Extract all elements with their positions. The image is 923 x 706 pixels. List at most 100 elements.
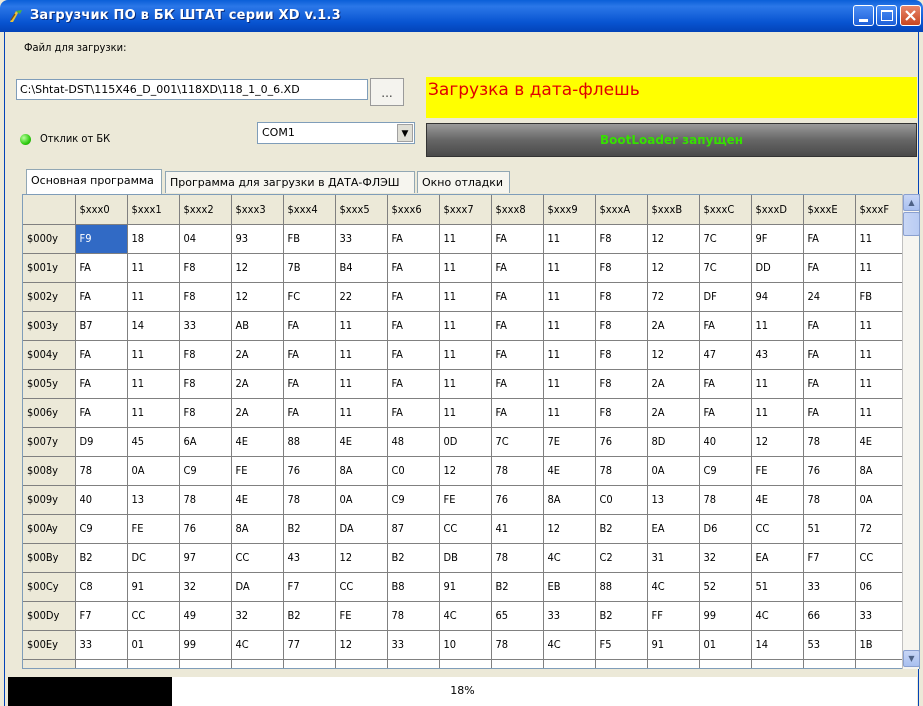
hex-cell[interactable]: C8 — [75, 572, 128, 602]
hex-cell[interactable]: 11 — [855, 398, 908, 428]
hex-cell[interactable]: 8D — [647, 427, 700, 457]
hex-cell[interactable]: 4E — [855, 427, 908, 457]
hex-cell[interactable]: 91 — [179, 659, 232, 668]
hex-cell[interactable]: 11 — [751, 398, 804, 428]
hex-cell[interactable]: DB — [439, 543, 492, 573]
hex-cell[interactable]: FA — [387, 224, 440, 254]
hex-cell[interactable]: 11 — [543, 253, 596, 283]
hex-cell[interactable]: FA — [491, 311, 544, 341]
hex-cell[interactable]: C9 — [699, 456, 752, 486]
hex-cell[interactable]: 99 — [699, 601, 752, 631]
hex-cell[interactable]: FA — [283, 311, 336, 341]
hex-cell[interactable]: F8 — [595, 369, 648, 399]
hex-cell[interactable]: C2 — [595, 543, 648, 573]
hex-cell[interactable]: 4C — [543, 543, 596, 573]
hex-cell[interactable]: 93 — [231, 224, 284, 254]
hex-cell[interactable]: FE — [231, 456, 284, 486]
hex-cell[interactable]: 13 — [647, 485, 700, 515]
hex-cell[interactable]: 4C — [543, 630, 596, 660]
hex-cell[interactable]: 88 — [283, 427, 336, 457]
hex-cell[interactable]: 11 — [855, 253, 908, 283]
hex-cell[interactable]: DF — [699, 282, 752, 312]
hex-cell[interactable]: F8 — [179, 340, 232, 370]
hex-cell[interactable]: F8 — [595, 398, 648, 428]
hex-grid[interactable]: $xxx0 $xxx1 $xxx2 $xxx3 $xxx4 $xxx5 $xxx6 $xxx7… — [22, 194, 920, 669]
hex-cell[interactable]: FA — [387, 369, 440, 399]
hex-cell[interactable]: 11 — [439, 282, 492, 312]
hex-cell[interactable]: 4E — [231, 485, 284, 515]
hex-cell[interactable]: FA — [75, 398, 128, 428]
hex-cell[interactable]: 3E — [595, 659, 648, 668]
hex-cell[interactable]: 04 — [179, 224, 232, 254]
hex-cell[interactable]: FE — [335, 601, 388, 631]
hex-cell[interactable]: 11 — [751, 369, 804, 399]
hex-cell[interactable]: FB — [335, 659, 388, 668]
hex-cell[interactable]: B2 — [283, 601, 336, 631]
maximize-button[interactable] — [876, 5, 897, 26]
hex-cell[interactable]: 51 — [751, 572, 804, 602]
hex-cell[interactable]: 87 — [387, 514, 440, 544]
hex-cell[interactable]: F8 — [595, 224, 648, 254]
hex-cell[interactable]: 24 — [803, 282, 856, 312]
hex-cell[interactable]: CC — [855, 543, 908, 573]
hex-cell[interactable]: 76 — [283, 456, 336, 486]
hex-cell[interactable]: C0 — [387, 456, 440, 486]
hex-cell[interactable]: D6 — [699, 514, 752, 544]
hex-cell[interactable]: FA — [803, 253, 856, 283]
hex-cell[interactable]: 7B — [751, 659, 804, 668]
scroll-up-icon[interactable]: ▲ — [903, 194, 920, 211]
hex-cell[interactable]: 4E — [751, 485, 804, 515]
hex-cell[interactable]: 77 — [283, 630, 336, 660]
minimize-button[interactable] — [853, 5, 874, 26]
hex-cell[interactable]: 11 — [543, 282, 596, 312]
hex-cell[interactable]: 7B — [439, 659, 492, 668]
hex-cell[interactable]: FA — [75, 369, 128, 399]
hex-cell[interactable]: FE — [439, 485, 492, 515]
hex-cell[interactable]: 4C — [751, 601, 804, 631]
hex-cell[interactable]: 2A — [231, 340, 284, 370]
hex-cell[interactable]: 33 — [335, 224, 388, 254]
hex-cell[interactable]: FF — [647, 601, 700, 631]
hex-cell[interactable]: FA — [491, 253, 544, 283]
hex-cell[interactable]: 6A — [179, 427, 232, 457]
hex-cell[interactable]: 12 — [231, 282, 284, 312]
chevron-down-icon[interactable]: ▼ — [397, 124, 413, 142]
hex-cell[interactable]: 4E — [231, 427, 284, 457]
hex-cell[interactable]: 0A — [127, 456, 180, 486]
hex-cell[interactable]: B8 — [387, 572, 440, 602]
hex-cell[interactable]: 11 — [855, 369, 908, 399]
hex-cell[interactable]: F8 — [595, 282, 648, 312]
hex-cell[interactable]: CC — [127, 601, 180, 631]
hex-cell[interactable]: 2A — [231, 398, 284, 428]
hex-cell[interactable]: 11 — [335, 340, 388, 370]
hex-cell[interactable]: 11 — [335, 398, 388, 428]
hex-cell[interactable]: 11 — [439, 224, 492, 254]
hex-cell[interactable]: 8A — [543, 485, 596, 515]
hex-cell[interactable]: AB — [231, 311, 284, 341]
hex-cell[interactable]: FA — [387, 311, 440, 341]
hex-cell[interactable]: 8A — [335, 456, 388, 486]
hex-cell[interactable]: F7 — [283, 572, 336, 602]
hex-cell[interactable]: F8 — [179, 369, 232, 399]
hex-cell[interactable]: DA — [335, 514, 388, 544]
hex-cell[interactable]: 4C — [647, 572, 700, 602]
hex-cell[interactable]: 11 — [127, 369, 180, 399]
hex-cell[interactable]: 12 — [231, 253, 284, 283]
hex-cell[interactable]: 78 — [75, 456, 128, 486]
hex-cell[interactable]: 11 — [439, 398, 492, 428]
hex-cell[interactable]: 78 — [491, 456, 544, 486]
hex-cell[interactable]: FA — [75, 253, 128, 283]
hex-cell[interactable]: 66 — [803, 601, 856, 631]
hex-cell[interactable]: 45 — [127, 427, 180, 457]
hex-cell[interactable]: 76 — [803, 456, 856, 486]
hex-cell[interactable]: 12 — [439, 456, 492, 486]
hex-cell[interactable]: 3D — [387, 659, 440, 668]
com-port-select[interactable]: COM1 ▼ — [257, 122, 415, 144]
hex-cell[interactable]: 4C — [439, 601, 492, 631]
hex-cell[interactable]: 18 — [127, 224, 180, 254]
scroll-down-icon[interactable]: ▼ — [903, 650, 920, 667]
hex-cell[interactable]: 91 — [439, 572, 492, 602]
hex-cell[interactable]: 12 — [647, 224, 700, 254]
hex-cell[interactable]: 33 — [75, 630, 128, 660]
file-path-field[interactable]: C:\Shtat-DST\115X46_D_001\118XD\118_1_0_… — [16, 79, 368, 100]
